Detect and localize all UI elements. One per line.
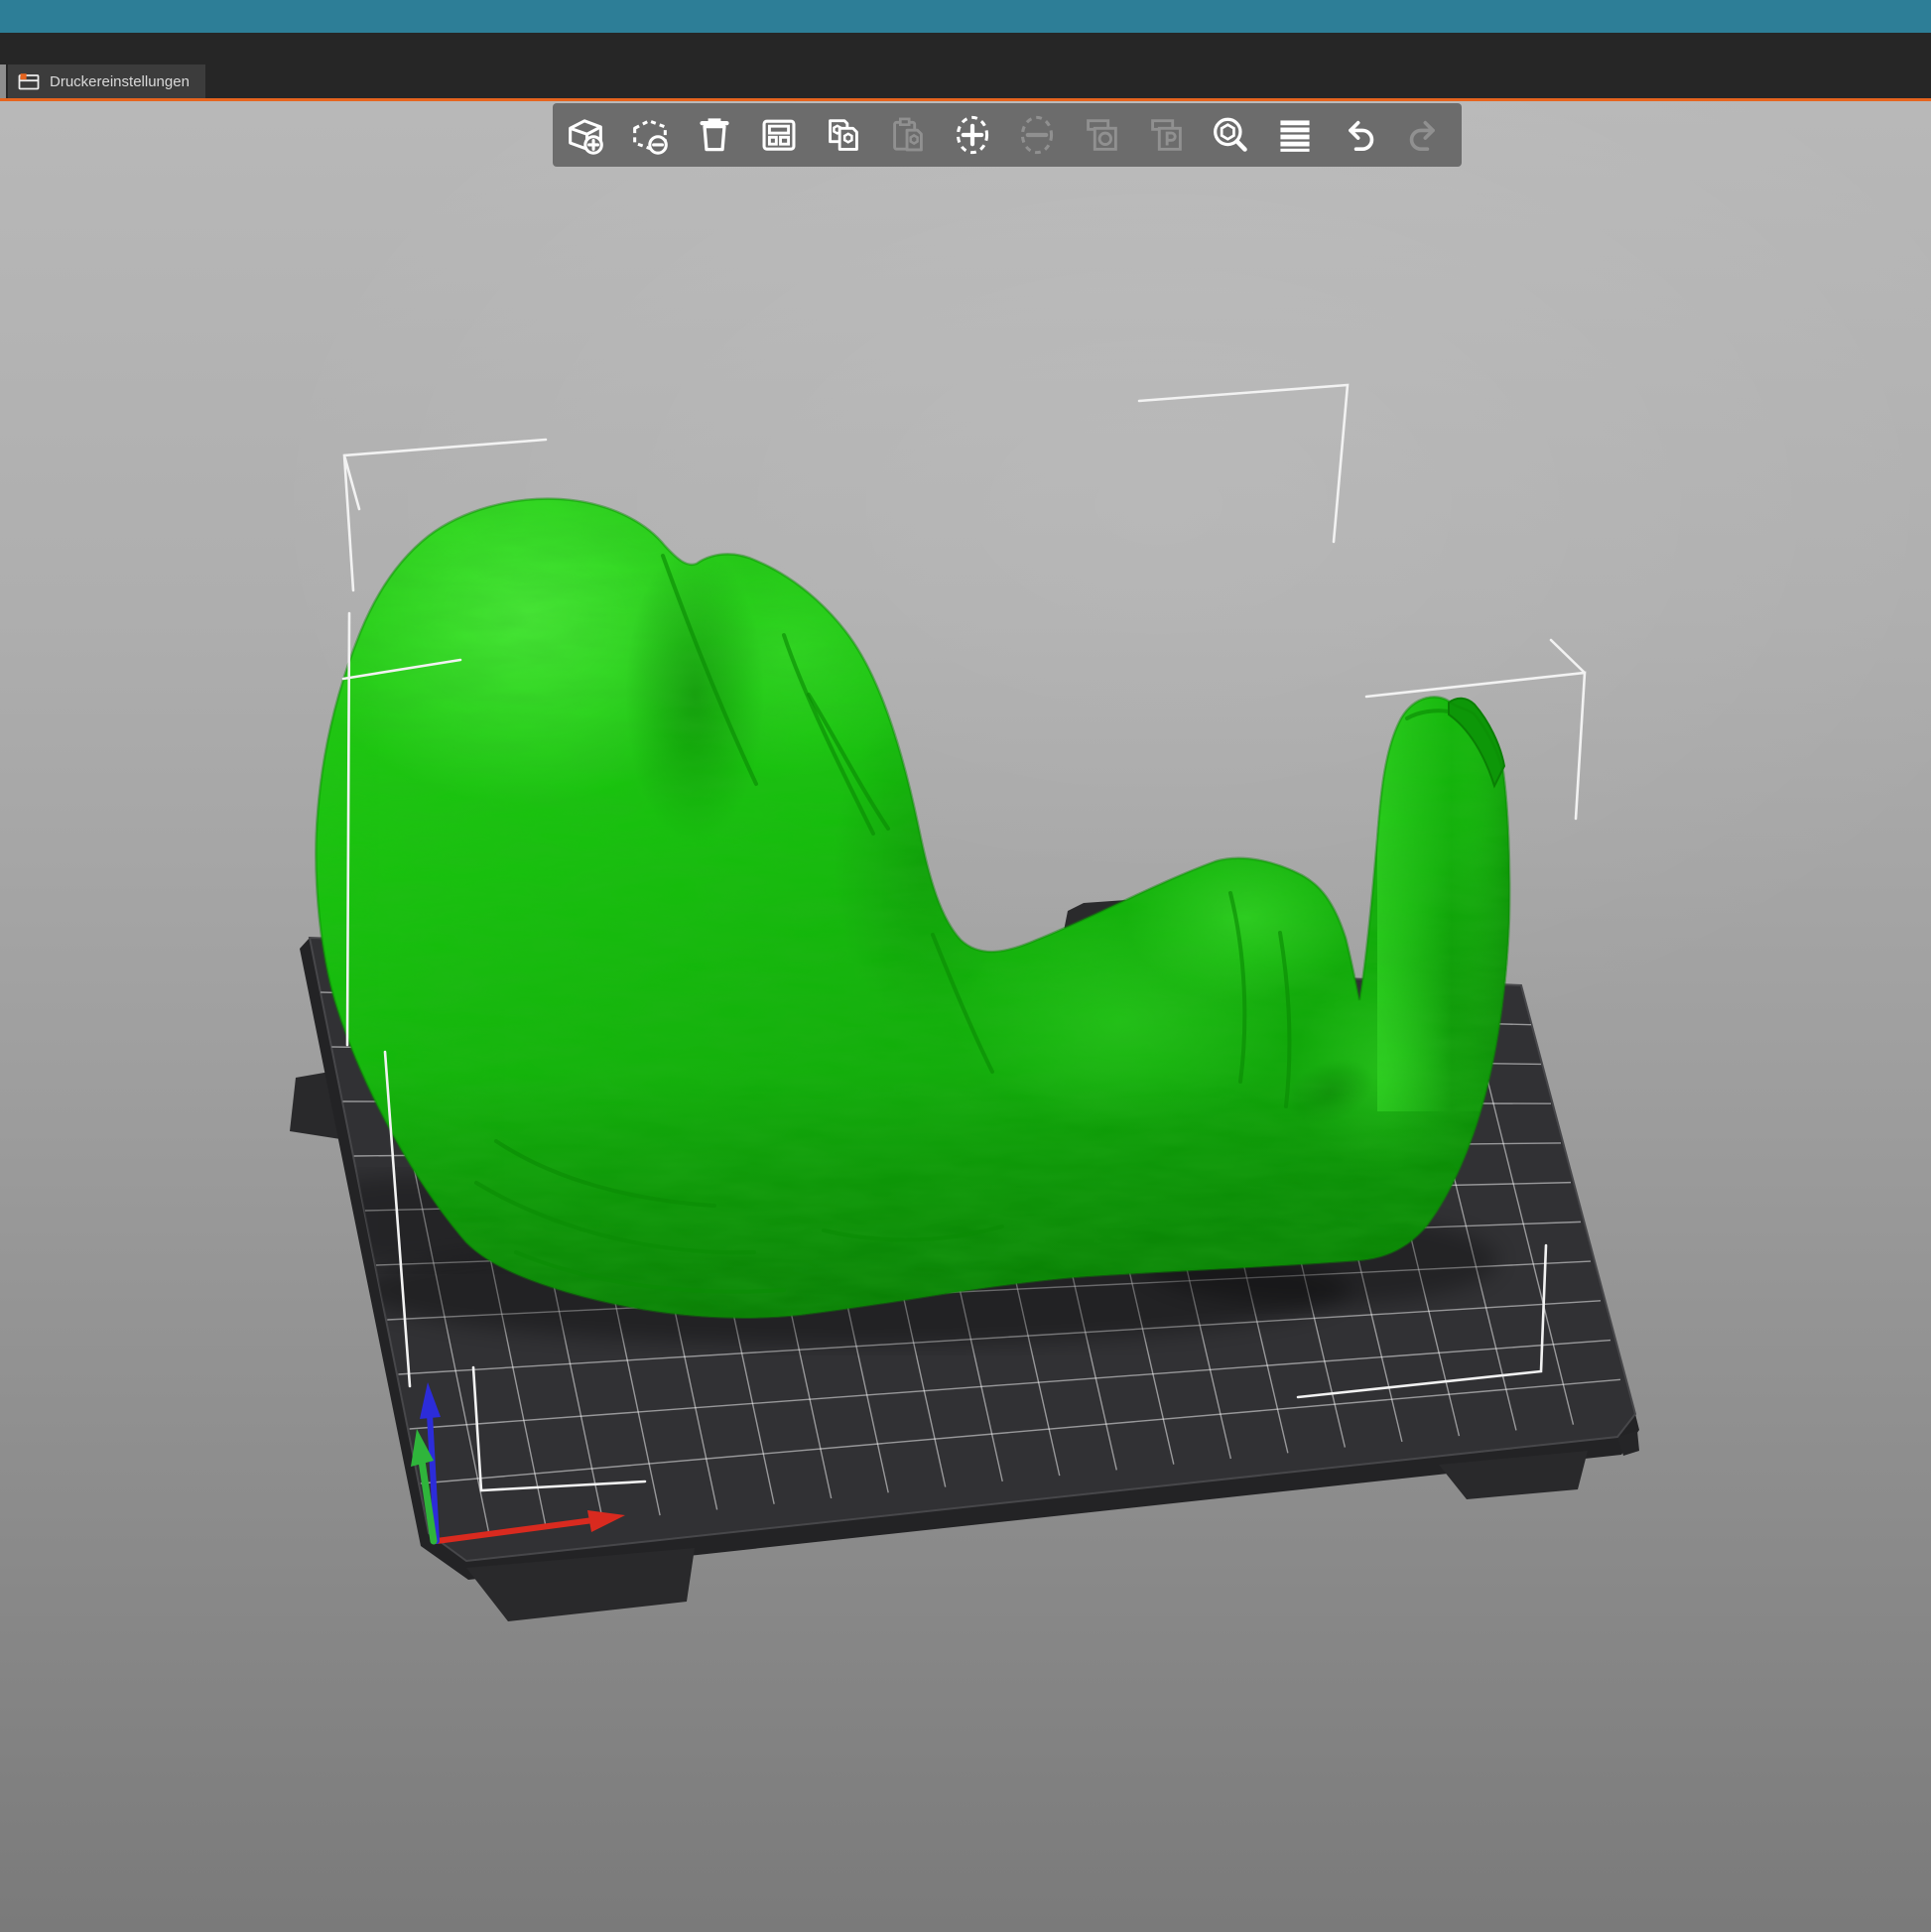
toolbar-button-copy[interactable] — [818, 109, 869, 161]
toolbar-button-delete-all[interactable] — [689, 109, 740, 161]
modified-dot — [21, 73, 27, 79]
split-objects-icon — [1079, 112, 1124, 158]
toolbar-button-add-instance[interactable] — [947, 109, 998, 161]
delete-all-icon — [692, 112, 737, 158]
layers-icon — [1272, 112, 1318, 158]
toolbar-button-split-objects[interactable] — [1076, 109, 1127, 161]
hulk-arm-model[interactable] — [288, 427, 1603, 1350]
undo-icon — [1337, 112, 1382, 158]
toolbar-button-undo[interactable] — [1334, 109, 1385, 161]
corner-marker-back-right-top — [1139, 385, 1348, 542]
scene-canvas — [0, 101, 1931, 1932]
redo-icon — [1401, 112, 1447, 158]
toolbar-button-paste[interactable] — [882, 109, 934, 161]
add-icon — [563, 112, 608, 158]
toolbar-button-redo[interactable] — [1398, 109, 1450, 161]
toolbar-button-split-parts[interactable] — [1140, 109, 1192, 161]
copy-icon — [821, 112, 866, 158]
tab-label: Druckereinstellungen — [50, 73, 190, 90]
paste-icon — [885, 112, 931, 158]
settings-tab-bar: Druckereinstellungen — [0, 33, 1931, 98]
window-title-bar — [0, 0, 1931, 33]
toolbar-button-remove-instance[interactable] — [1011, 109, 1063, 161]
viewport-3d[interactable] — [0, 101, 1931, 1932]
remove-instance-icon — [1014, 112, 1060, 158]
toolbar-button-arrange[interactable] — [753, 109, 805, 161]
toolbar-button-delete[interactable] — [624, 109, 676, 161]
delete-icon — [627, 112, 673, 158]
split-parts-icon — [1143, 112, 1189, 158]
toolbar-button-layers[interactable] — [1269, 109, 1321, 161]
tab-printer-settings[interactable]: Druckereinstellungen — [8, 64, 205, 98]
toolbar-button-search[interactable] — [1205, 109, 1256, 161]
printer-settings-icon — [18, 72, 40, 91]
main-toolbar — [553, 103, 1462, 167]
tab-edge-strip — [0, 64, 6, 98]
search-icon — [1208, 112, 1253, 158]
toolbar-button-add[interactable] — [560, 109, 611, 161]
arrange-icon — [756, 112, 802, 158]
add-instance-icon — [950, 112, 995, 158]
